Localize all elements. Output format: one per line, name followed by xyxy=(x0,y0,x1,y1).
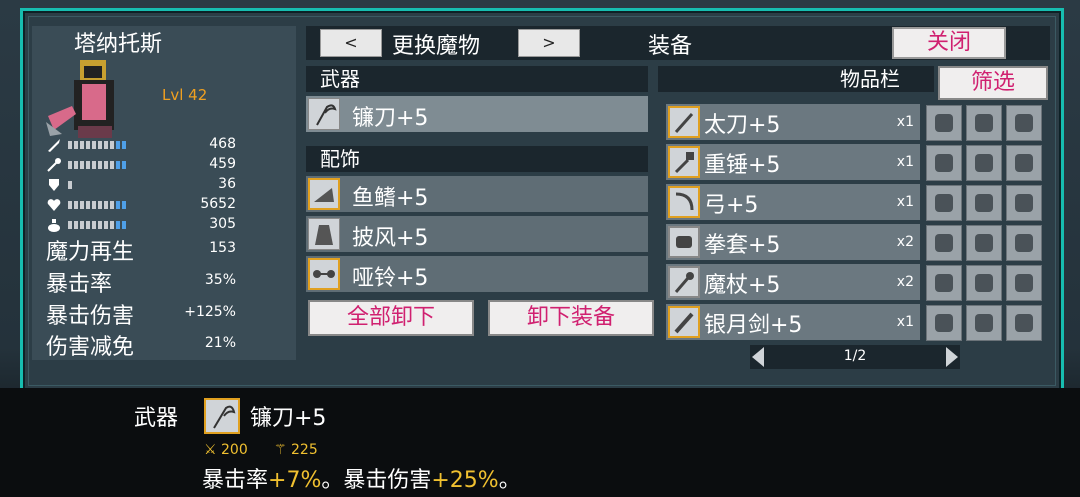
character-card: 塔纳托斯 Lvl 42 468 459 36 5652 305 魔力再生 153 xyxy=(32,26,296,360)
inventory-item[interactable]: 拳套+5 x2 xyxy=(666,224,920,260)
stat-attack: 468 xyxy=(46,136,236,154)
item-count: x1 xyxy=(896,114,914,130)
item-count: x1 xyxy=(896,314,914,330)
shuriken-icon[interactable] xyxy=(1006,225,1042,261)
tooltip-description: 暴击率+7%。暴击伤害+25%。 xyxy=(202,468,521,493)
item-count: x2 xyxy=(896,274,914,290)
wand-icon[interactable] xyxy=(926,265,962,301)
inventory-header: 物品栏 xyxy=(658,66,934,92)
stat-defense: 36 xyxy=(46,176,236,194)
heart-icon xyxy=(47,199,61,211)
bow-icon xyxy=(668,186,700,218)
item-count: x2 xyxy=(896,234,914,250)
wand-icon[interactable] xyxy=(966,305,1002,341)
wand-icon[interactable] xyxy=(926,105,962,141)
inventory-item[interactable]: 银月剑+5 x1 xyxy=(666,304,920,340)
chain-icon[interactable] xyxy=(926,305,962,341)
stat-magic-attack: 459 xyxy=(46,156,236,174)
mana-regen-row: 魔力再生 153 xyxy=(46,240,236,265)
weapon-header: 武器 xyxy=(306,66,648,92)
shield-icon xyxy=(49,179,59,191)
equip-title: 装备 xyxy=(648,34,693,59)
fin-icon xyxy=(308,178,340,210)
pager: 1/2 xyxy=(750,345,960,369)
shuriken-icon[interactable] xyxy=(966,225,1002,261)
glove-icon[interactable] xyxy=(926,185,962,221)
weapon-name: 镰刀+5 xyxy=(352,106,429,131)
item-name: 拳套+5 xyxy=(704,233,781,258)
chain-icon[interactable] xyxy=(1006,145,1042,181)
potion-icon xyxy=(48,219,60,232)
sword-icon xyxy=(48,139,60,152)
inventory-item[interactable]: 魔杖+5 x2 xyxy=(666,264,920,300)
accessory-header: 配饰 xyxy=(306,146,648,172)
accessory-slot-1[interactable]: 鱼鳍+5 xyxy=(306,176,648,212)
damage-reduction-row: 伤害减免 21% xyxy=(46,335,236,360)
tooltip-category: 武器 xyxy=(134,406,179,431)
glove-icon[interactable] xyxy=(966,145,1002,181)
feather-icon[interactable] xyxy=(926,145,962,181)
accessory-name: 哑铃+5 xyxy=(352,266,429,291)
scythe-icon xyxy=(308,98,340,130)
page-indicator: 1/2 xyxy=(843,348,867,364)
crit-rate-row: 暴击率 35% xyxy=(46,272,236,297)
stat-hp: 5652 xyxy=(46,196,236,214)
item-count: x1 xyxy=(896,154,914,170)
wand-icon[interactable] xyxy=(966,185,1002,221)
wand-icon[interactable] xyxy=(966,105,1002,141)
shuriken-icon[interactable] xyxy=(1006,185,1042,221)
feather-icon[interactable] xyxy=(966,265,1002,301)
prev-monster-button[interactable]: < xyxy=(320,29,382,57)
switch-monster-label: 更换魔物 xyxy=(392,34,481,59)
accessory-name: 鱼鳍+5 xyxy=(352,186,429,211)
accessory-name: 披风+5 xyxy=(352,226,429,251)
next-monster-button[interactable]: > xyxy=(518,29,580,57)
item-name: 太刀+5 xyxy=(704,113,781,138)
stat-mp: 305 xyxy=(46,216,236,234)
weapon-slot[interactable]: 镰刀+5 xyxy=(306,96,648,132)
cloak-icon xyxy=(308,218,340,250)
tooltip-atk: ⚔ 200 xyxy=(204,442,248,458)
wand-icon xyxy=(668,266,700,298)
item-count: x1 xyxy=(896,194,914,210)
staff-icon xyxy=(47,158,61,172)
close-button[interactable]: 关闭 xyxy=(892,27,1006,59)
item-name: 银月剑+5 xyxy=(704,313,803,338)
scythe-icon xyxy=(204,398,240,434)
character-portrait xyxy=(46,60,114,138)
hammer-icon xyxy=(668,146,700,178)
inventory-item[interactable]: 太刀+5 x1 xyxy=(666,104,920,140)
skull-icon[interactable] xyxy=(926,225,962,261)
filter-button[interactable]: 筛选 xyxy=(938,66,1048,100)
skull-icon[interactable] xyxy=(1006,105,1042,141)
accessory-slot-3[interactable]: 哑铃+5 xyxy=(306,256,648,292)
accessory-slot-2[interactable]: 披风+5 xyxy=(306,216,648,252)
katana-icon xyxy=(668,106,700,138)
inventory-item[interactable]: 弓+5 x1 xyxy=(666,184,920,220)
item-name: 弓+5 xyxy=(704,193,759,218)
item-name: 魔杖+5 xyxy=(704,273,781,298)
gauntlet-icon xyxy=(668,226,700,258)
unequip-button[interactable]: 卸下装备 xyxy=(488,300,654,336)
item-name: 重锤+5 xyxy=(704,153,781,178)
level-label: Lvl 42 xyxy=(162,86,208,104)
gauntlet-icon[interactable] xyxy=(1006,305,1042,341)
tooltip-item-name: 镰刀+5 xyxy=(250,406,327,431)
tooltip-matk: ⚚ 225 xyxy=(274,442,318,458)
unequip-all-button[interactable]: 全部卸下 xyxy=(308,300,474,336)
silver-moon-sword-icon xyxy=(668,306,700,338)
top-bar: < 更换魔物 > 装备 关闭 xyxy=(306,26,1050,60)
wand-icon[interactable] xyxy=(1006,265,1042,301)
inventory-item[interactable]: 重锤+5 x1 xyxy=(666,144,920,180)
dumbbell-icon xyxy=(308,258,340,290)
next-page-icon[interactable] xyxy=(946,347,958,367)
crit-damage-row: 暴击伤害 +125% xyxy=(46,304,236,329)
